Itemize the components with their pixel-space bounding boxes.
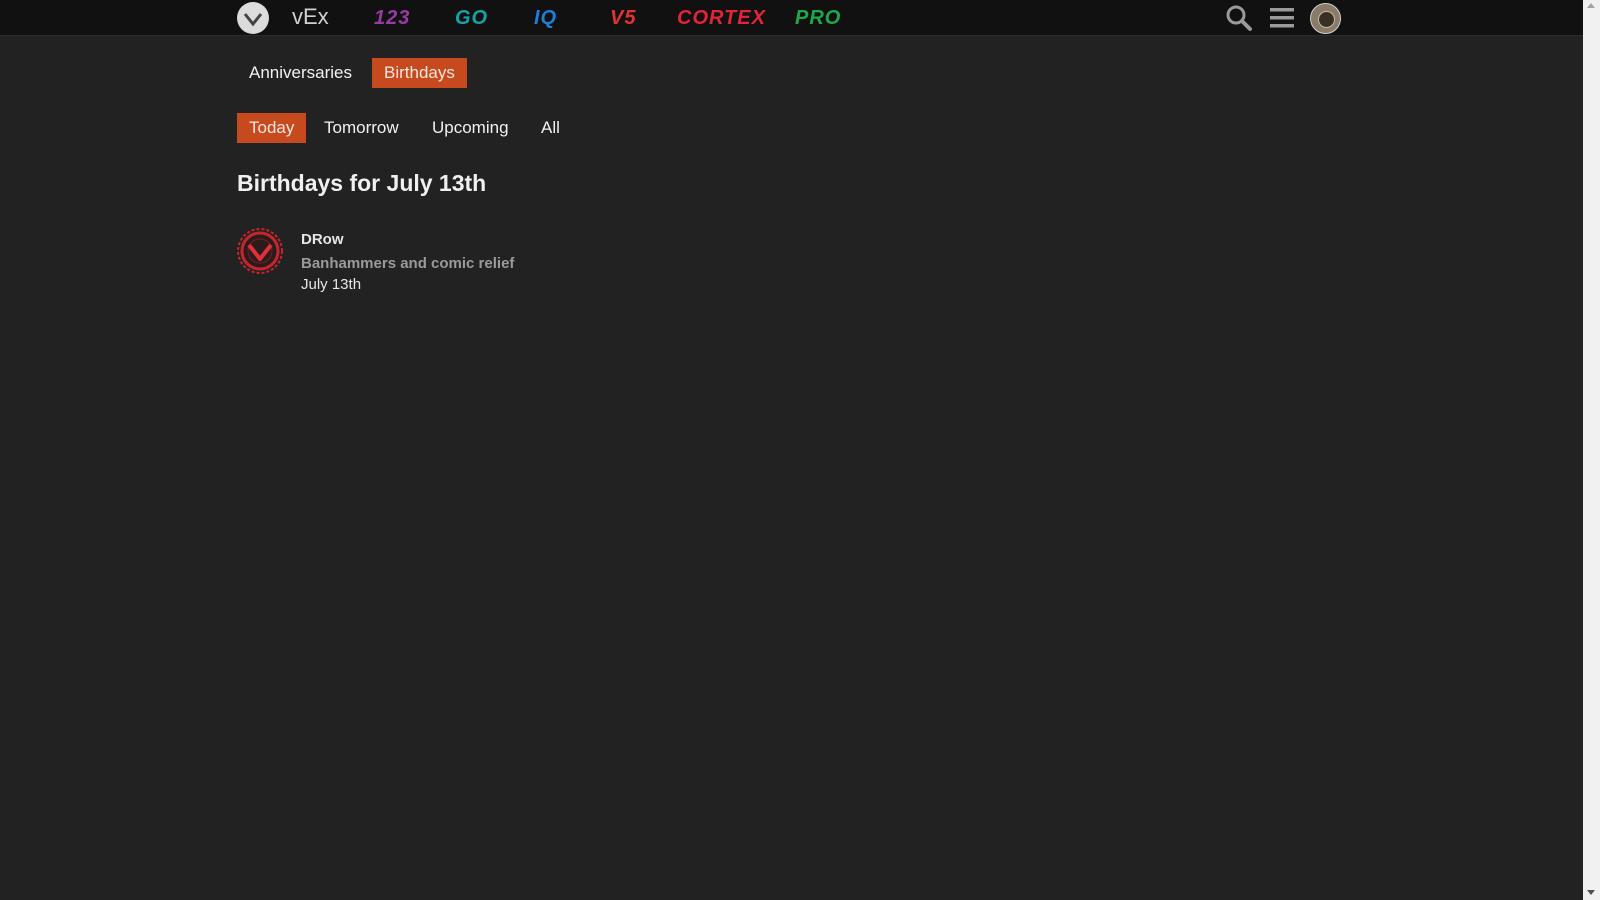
brand-link-123[interactable]: 123: [374, 5, 410, 31]
vex-logo-icon[interactable]: [237, 2, 269, 34]
tab-birthdays[interactable]: Birthdays: [372, 58, 467, 88]
birthday-entry: DRow Banhammers and comic relief July 13…: [237, 228, 637, 298]
vex-gear-logo-icon[interactable]: [237, 228, 283, 274]
page-title: Birthdays for July 13th: [237, 170, 487, 196]
tab-upcoming[interactable]: Upcoming: [420, 113, 521, 143]
user-avatar[interactable]: [1310, 3, 1341, 34]
brand-link-pro[interactable]: PRO: [795, 5, 841, 31]
tab-anniversaries[interactable]: Anniversaries: [237, 58, 364, 88]
tab-tomorrow[interactable]: Tomorrow: [312, 113, 411, 143]
entry-username[interactable]: DRow: [301, 231, 344, 248]
brand-link-go[interactable]: GO: [455, 5, 488, 31]
avatar-image: [1318, 11, 1335, 28]
brand-link-v5[interactable]: V5: [610, 5, 636, 31]
search-icon[interactable]: [1224, 3, 1254, 33]
entry-birthday-date: July 13th: [301, 276, 362, 293]
brand-link-iq[interactable]: IQ: [534, 5, 557, 31]
scroll-down-arrow-icon[interactable]: [1587, 890, 1595, 895]
tab-today[interactable]: Today: [237, 113, 307, 143]
top-navigation-bar: vEx 123 GO IQ V5 CORTEX PRO: [0, 0, 1583, 36]
page-scrollbar[interactable]: [1583, 0, 1600, 900]
brand-link-vex[interactable]: vEx: [292, 4, 329, 30]
scroll-up-arrow-icon[interactable]: [1587, 3, 1595, 8]
brand-link-cortex[interactable]: CORTEX: [677, 5, 766, 31]
hamburger-menu-icon[interactable]: [1267, 3, 1297, 33]
entry-user-title: Banhammers and comic relief: [301, 255, 515, 272]
tab-all[interactable]: All: [529, 113, 572, 143]
